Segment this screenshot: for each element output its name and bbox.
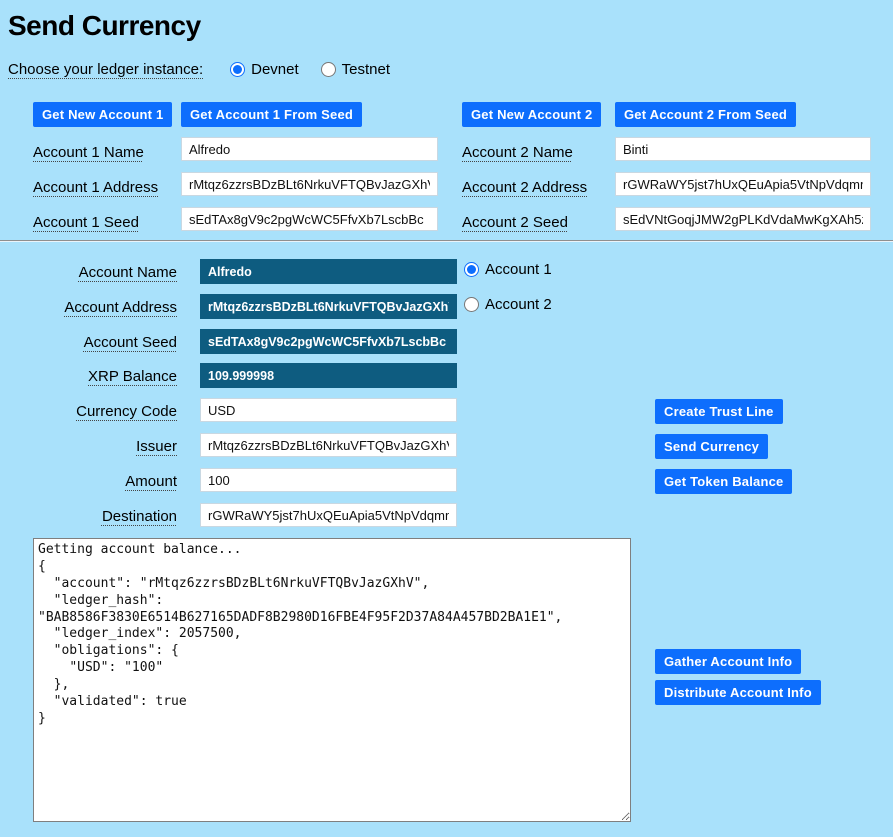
ledger-instance-label: Choose your ledger instance: xyxy=(8,61,203,78)
send-currency-page: Send Currency Choose your ledger instanc… xyxy=(0,0,893,837)
account-name-label: Account Name xyxy=(0,264,177,281)
results-textarea[interactable]: Getting account balance... { "account": … xyxy=(33,538,631,822)
page-title: Send Currency xyxy=(0,0,893,42)
account1-address-label: Account 1 Address xyxy=(33,179,158,196)
get-new-account1-button[interactable]: Get New Account 1 xyxy=(33,102,172,127)
account1-seed-input[interactable] xyxy=(181,207,438,231)
create-trust-line-button[interactable]: Create Trust Line xyxy=(655,399,783,424)
send-currency-button[interactable]: Send Currency xyxy=(655,434,768,459)
account2-name-label: Account 2 Name xyxy=(462,144,573,161)
account2-select-label: Account 2 xyxy=(485,296,552,313)
account2-seed-input[interactable] xyxy=(615,207,871,231)
destination-input[interactable] xyxy=(200,503,457,527)
testnet-radio[interactable] xyxy=(321,62,336,77)
account-address-label: Account Address xyxy=(0,299,177,316)
xrp-balance-label: XRP Balance xyxy=(0,368,177,385)
devnet-radio[interactable] xyxy=(230,62,245,77)
currency-code-label: Currency Code xyxy=(0,403,177,420)
account1-address-input[interactable] xyxy=(181,172,438,196)
currency-code-input[interactable] xyxy=(200,398,457,422)
xrp-balance-field[interactable] xyxy=(200,363,457,388)
account2-select-radio[interactable] xyxy=(464,297,479,312)
get-new-account2-button[interactable]: Get New Account 2 xyxy=(462,102,601,127)
account-name-field[interactable] xyxy=(200,259,457,284)
account-seed-label: Account Seed xyxy=(0,334,177,351)
destination-label: Destination xyxy=(0,508,177,525)
account1-select-radio-group: Account 1 xyxy=(464,261,552,278)
issuer-label: Issuer xyxy=(0,438,177,455)
account2-select-radio-group: Account 2 xyxy=(464,296,552,313)
ledger-instance-chooser: Choose your ledger instance: Devnet Test… xyxy=(8,61,390,78)
distribute-account-info-button[interactable]: Distribute Account Info xyxy=(655,680,821,705)
account2-address-label: Account 2 Address xyxy=(462,179,587,196)
account1-name-input[interactable] xyxy=(181,137,438,161)
gather-account-info-button[interactable]: Gather Account Info xyxy=(655,649,801,674)
account1-select-label: Account 1 xyxy=(485,261,552,278)
account-address-field[interactable] xyxy=(200,294,457,319)
get-account2-from-seed-button[interactable]: Get Account 2 From Seed xyxy=(615,102,796,127)
account1-name-label: Account 1 Name xyxy=(33,144,144,161)
account2-address-input[interactable] xyxy=(615,172,871,196)
account1-seed-label: Account 1 Seed xyxy=(33,214,139,231)
devnet-radio-group: Devnet xyxy=(230,61,299,78)
testnet-radio-group: Testnet xyxy=(321,61,390,78)
devnet-radio-label: Devnet xyxy=(251,61,299,78)
account2-name-input[interactable] xyxy=(615,137,871,161)
amount-label: Amount xyxy=(0,473,177,490)
get-account1-from-seed-button[interactable]: Get Account 1 From Seed xyxy=(181,102,362,127)
issuer-input[interactable] xyxy=(200,433,457,457)
account1-select-radio[interactable] xyxy=(464,262,479,277)
amount-input[interactable] xyxy=(200,468,457,492)
section-divider xyxy=(0,240,893,242)
account2-seed-label: Account 2 Seed xyxy=(462,214,568,231)
account-seed-field[interactable] xyxy=(200,329,457,354)
testnet-radio-label: Testnet xyxy=(342,61,390,78)
get-token-balance-button[interactable]: Get Token Balance xyxy=(655,469,792,494)
